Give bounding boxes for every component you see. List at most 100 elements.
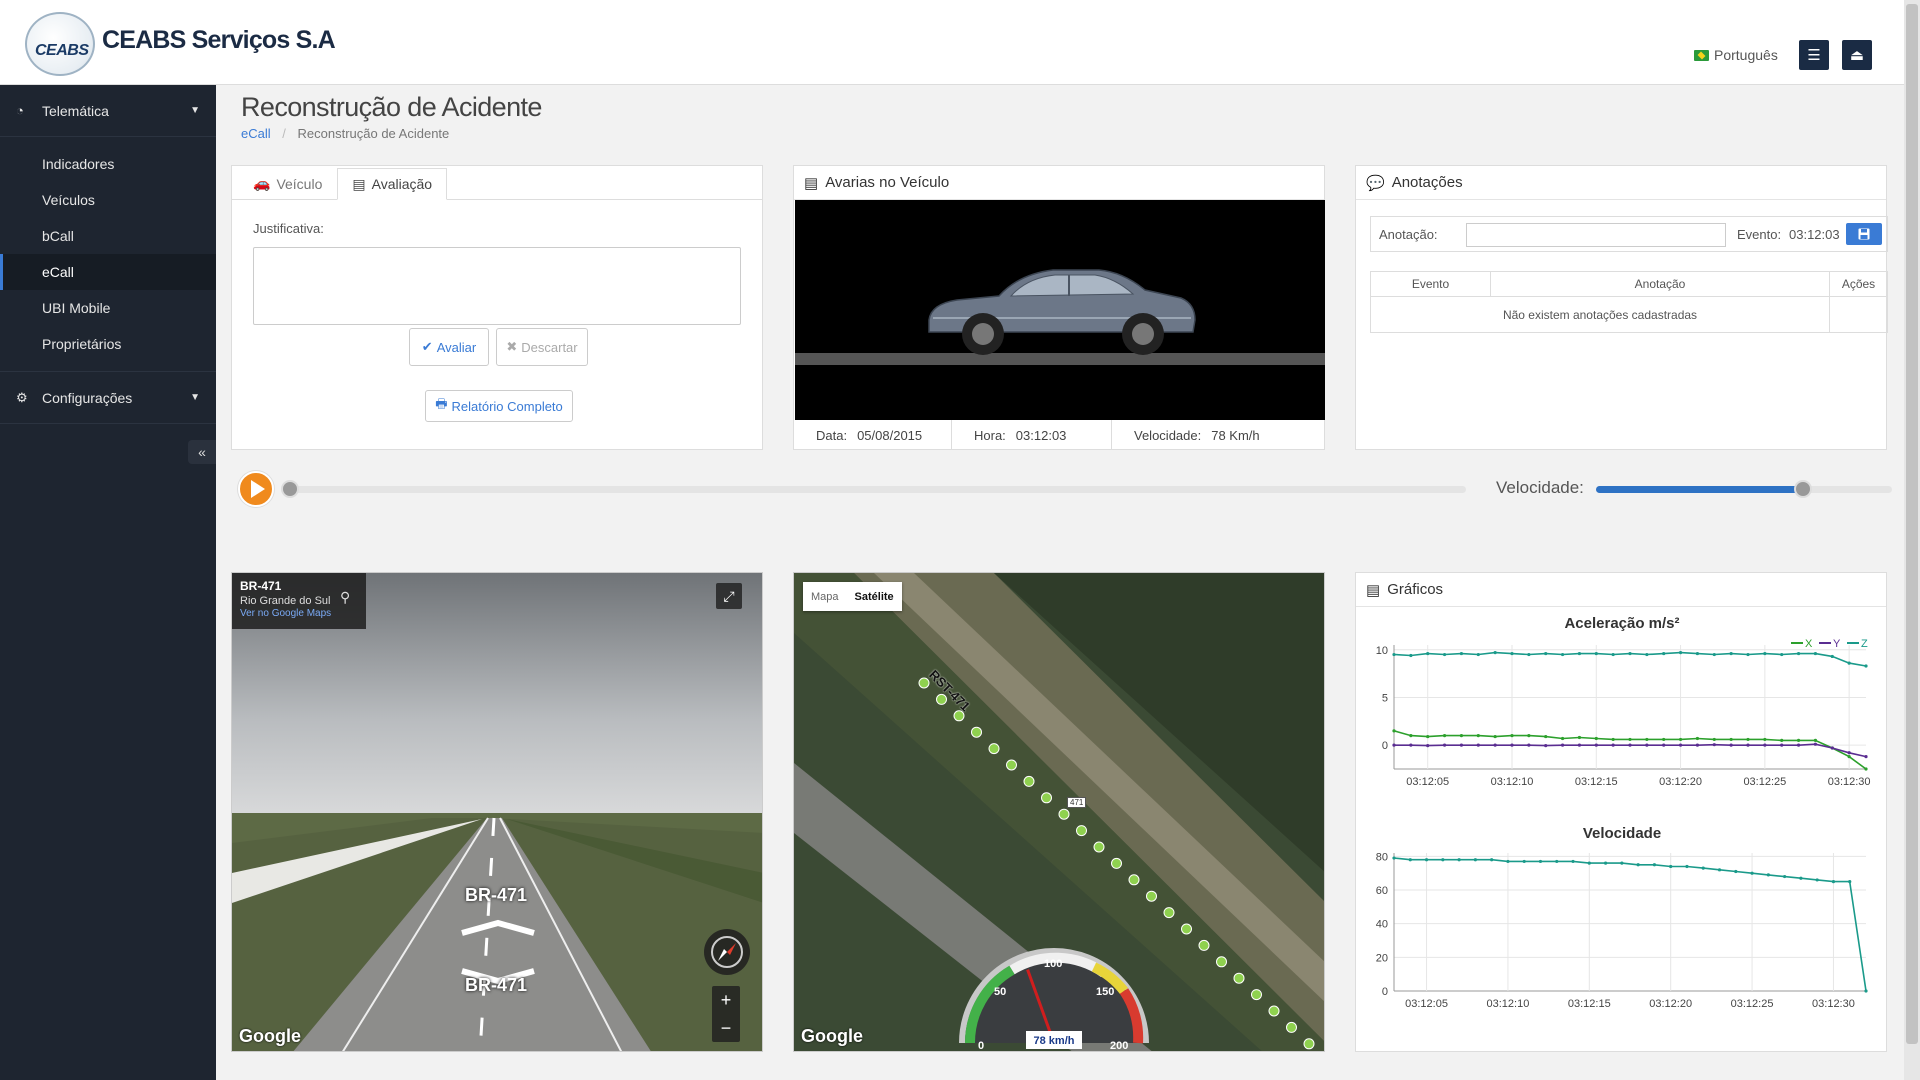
data-point	[1746, 743, 1750, 747]
data-point	[1813, 738, 1818, 742]
sidebar-item-indicadores[interactable]: Indicadores	[0, 146, 216, 182]
map-type-satelite[interactable]: Satélite	[847, 582, 902, 611]
street-view-marker-forward[interactable]: BR-471	[465, 885, 527, 906]
data-point	[1717, 868, 1722, 872]
data-point	[1560, 736, 1565, 741]
car-icon: 🚗	[253, 175, 271, 191]
sidebar-collapse-button[interactable]: «	[188, 440, 216, 464]
open-google-maps-link[interactable]: Ver no Google Maps	[240, 608, 358, 619]
playback-speed-handle[interactable]	[1794, 480, 1813, 498]
data-point	[1729, 737, 1733, 742]
sidebar-section-configuracoes[interactable]: ⚙ Configurações ▼	[0, 372, 216, 424]
sidebar-section-telematica[interactable]: ◔ Telemática ▼	[0, 85, 216, 137]
save-annotation-button[interactable]	[1846, 223, 1882, 245]
evaluation-panel: 🚗 Veículo ▤ Avaliação Justificativa: ✔ A…	[231, 165, 763, 450]
playback-speed-label: Velocidade:	[1496, 478, 1584, 497]
gauge-tick: 0	[978, 1040, 984, 1052]
list-icon: ▤	[804, 174, 819, 192]
data-point	[1864, 664, 1868, 668]
evaluate-button[interactable]: ✔ Avaliar	[409, 328, 489, 366]
satellite-map[interactable]: Mapa Satélite RST-471 471 0 50 100 150 2…	[793, 572, 1325, 1052]
data-point	[1662, 743, 1666, 747]
column-header-acoes[interactable]: Ações	[1829, 271, 1888, 297]
breadcrumb-link-ecall[interactable]: eCall	[241, 126, 271, 141]
route-dot	[1303, 1038, 1315, 1050]
sidebar-item-bcall[interactable]: bCall	[0, 218, 216, 254]
data-point	[1662, 651, 1666, 656]
annotation-input[interactable]	[1466, 223, 1726, 247]
data-point	[1473, 858, 1477, 862]
route-dot	[1076, 825, 1087, 837]
compass-control[interactable]	[704, 929, 750, 975]
data-point	[1510, 651, 1514, 656]
data-point	[1476, 734, 1480, 738]
discard-button[interactable]: ✖ Descartar	[496, 328, 588, 366]
tab-veiculo[interactable]: 🚗 Veículo	[238, 168, 337, 199]
data-point	[1678, 737, 1683, 742]
data-point	[1813, 742, 1818, 746]
map-pin-icon: ⚲	[340, 589, 351, 605]
gauge-tick: 50	[994, 986, 1006, 998]
street-view-marker-back[interactable]: BR-471	[465, 975, 527, 996]
data-point	[1620, 861, 1624, 865]
page-scrollbar-thumb[interactable]	[1906, 4, 1918, 1044]
sidebar-item-ecall[interactable]: eCall	[0, 254, 216, 290]
speed-chart-title: Velocidade	[1582, 825, 1662, 842]
sidebar-item-veiculos[interactable]: Veículos	[0, 182, 216, 218]
data-point	[1560, 743, 1565, 747]
sidebar: ◔ Telemática ▼ Indicadores Veículos bCal…	[0, 85, 216, 1080]
street-view[interactable]: BR-471 Rio Grande do Sul Ver no Google M…	[231, 572, 763, 1052]
x-tick-label: 03:12:10	[1491, 776, 1534, 788]
data-point	[1442, 734, 1447, 738]
language-selector[interactable]: Português	[1694, 47, 1778, 63]
justification-textarea[interactable]	[253, 247, 741, 325]
zoom-in-button[interactable]: +	[721, 990, 732, 1011]
compass-icon	[711, 936, 743, 968]
gauge-tick: 150	[1096, 986, 1114, 998]
map-type-mapa[interactable]: Mapa	[803, 582, 847, 611]
data-point	[1695, 736, 1700, 741]
damage-panel: ▤ Avarias no Veículo Data: 05/08/2015 Ho…	[793, 165, 1325, 450]
sidebar-item-ubi-mobile[interactable]: UBI Mobile	[0, 290, 216, 326]
zoom-out-button[interactable]: −	[721, 1018, 732, 1039]
play-button[interactable]	[238, 471, 274, 507]
data-point	[1459, 651, 1464, 656]
full-report-button[interactable]: 🖶 Relatório Completo	[425, 390, 573, 422]
charts-panel: ▤ Gráficos Aceleração m/s² 0 5 10 03:12:05 0…	[1355, 572, 1887, 1052]
vehicle-3d-view[interactable]	[795, 200, 1325, 420]
street-view-fullscreen-button[interactable]: ⤢	[716, 583, 742, 609]
data-point	[1506, 859, 1510, 864]
data-point	[1476, 652, 1480, 657]
acceleration-chart[interactable]: 0 5 10 03:12:05 03:12:10 03:12:15 03:12:20 03:1…	[1356, 633, 1886, 793]
menu-button[interactable]: ☰	[1799, 40, 1829, 70]
logout-button[interactable]: ⏏	[1842, 40, 1872, 70]
data-point	[1459, 743, 1464, 747]
event-label: Evento:	[1737, 227, 1782, 242]
column-header-anotacao[interactable]: Anotação	[1490, 271, 1830, 297]
speed-label: Velocidade:	[1134, 427, 1202, 443]
y-tick-label: 10	[1376, 645, 1388, 657]
data-point	[1527, 743, 1531, 747]
playback-speed-track[interactable]	[1596, 486, 1892, 493]
caret-down-icon: ▼	[190, 105, 200, 116]
tab-avaliacao[interactable]: ▤ Avaliação	[337, 168, 448, 200]
speed-cell: Velocidade: 78 Km/h	[1112, 420, 1324, 450]
data-point	[1830, 654, 1834, 659]
google-logo[interactable]: Google	[239, 1026, 301, 1047]
sidebar-item-proprietarios[interactable]: Proprietários	[0, 326, 216, 362]
data-point	[1695, 743, 1700, 747]
speed-chart[interactable]: 0 20 40 60 80 03:12:05 03:12:10 03:12:15 03:12:2…	[1356, 845, 1886, 1015]
street-view-info-card: BR-471 Rio Grande do Sul Ver no Google M…	[232, 573, 366, 629]
column-header-evento[interactable]: Evento	[1370, 271, 1491, 297]
data-point	[1510, 734, 1514, 738]
data-point	[1712, 743, 1716, 747]
data-point	[1424, 858, 1429, 862]
data-point	[1392, 729, 1396, 733]
google-logo[interactable]: Google	[801, 1026, 863, 1047]
timeline-track[interactable]	[286, 486, 1466, 493]
data-point	[1408, 858, 1412, 862]
dashboard-icon: ◔	[16, 103, 24, 118]
ceabs-logo[interactable]: CEABS	[25, 12, 95, 76]
timeline-handle[interactable]	[281, 480, 299, 498]
data-point	[1662, 737, 1666, 742]
